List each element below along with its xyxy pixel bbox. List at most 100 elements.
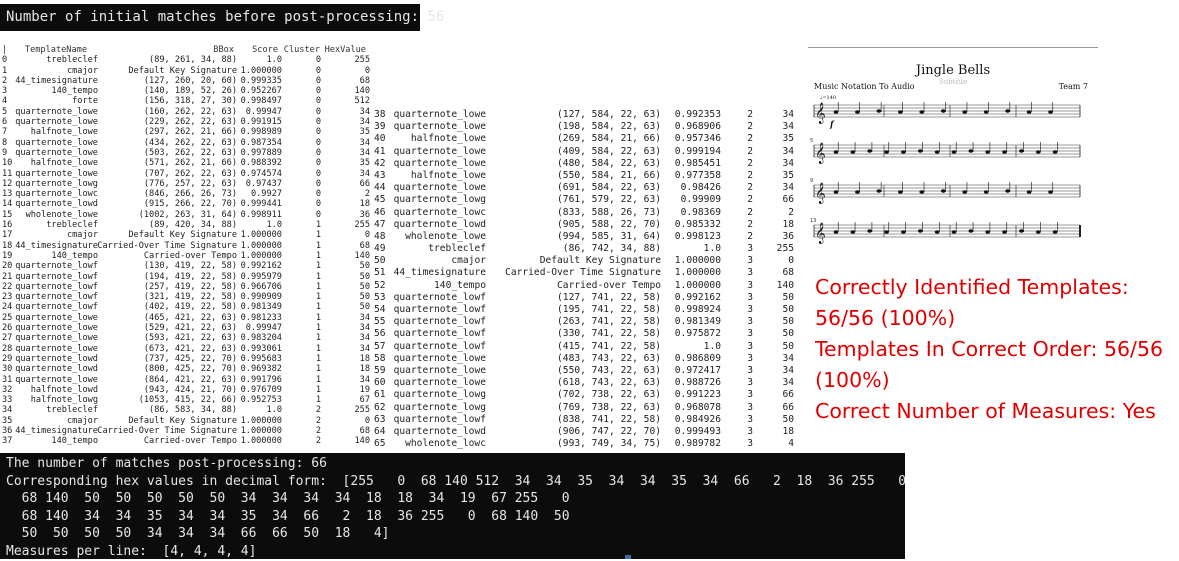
table-cell: 2 [364, 189, 370, 200]
table-cell: 0 [315, 75, 321, 86]
table-cell: 1 [315, 281, 321, 292]
note-head [968, 149, 974, 153]
table-cell: 0.983204 [240, 333, 282, 344]
table-cell: 0 [315, 65, 321, 76]
table-cell: 1 [315, 353, 321, 364]
table-cell: 0.98369 [680, 206, 721, 218]
table-cell: 1 [315, 220, 321, 231]
table-cell: 2 [315, 425, 321, 436]
table-cell: Default Key Signature [539, 255, 661, 267]
table-row: 43 halfnote_lowe (550, 584, 21, 66) 0.97735… [374, 170, 806, 182]
table-cell: 3 [747, 304, 753, 315]
note-head [1048, 190, 1053, 194]
table-cell: 0.995683 [240, 353, 282, 364]
table-cell: halfnote_lowe [410, 133, 486, 145]
note-head [985, 150, 991, 154]
table-cell: 0.985451 [674, 157, 721, 169]
note-head [867, 149, 873, 153]
table-cell: 46 [374, 206, 386, 218]
table-cell: 48 [374, 230, 386, 242]
table-cell: 1.0 [266, 55, 282, 66]
table-cell: cmajor [66, 230, 98, 241]
table-cell: 34 [782, 145, 794, 157]
table-cell: halfnote_lowe [30, 127, 98, 138]
table-cell: halfnote_lowe [30, 158, 98, 169]
table-cell: 0.97437 [245, 178, 282, 189]
table-row: 19 140_tempo Carried-over Tempo 1.000000 1 14… [2, 251, 374, 261]
evaluation-results: Correctly Identified Templates: 56/56 (1… [815, 272, 1179, 427]
table-cell: 2 [747, 194, 753, 206]
table-cell: (198, 584, 22, 63) [557, 121, 661, 133]
table-cell: (864, 421, 22, 63) [143, 374, 237, 385]
table-row: 25 quarternote_lowe (465, 421, 22, 63) 0.98… [2, 313, 374, 323]
table-cell: Carried-over Tempo [143, 250, 237, 261]
treble-clef-icon: 𝄞 [815, 183, 826, 204]
table-cell: 140 [354, 86, 370, 97]
table-cell: 2 [747, 133, 753, 145]
table-cell: 40 [374, 133, 386, 145]
note-head [1002, 150, 1007, 154]
table-cell: (994, 585, 31, 64) [557, 230, 661, 242]
treble-clef-icon: 𝄞 [815, 103, 826, 124]
table-cell: 255 [776, 243, 794, 255]
table-row: 46 quarternote_lowc (833, 588, 26, 73) 0.98… [374, 207, 806, 219]
table-cell: 18 [359, 199, 370, 210]
table-cell: (321, 419, 22, 58) [143, 292, 237, 303]
scrollbar-thumb[interactable] [625, 555, 631, 559]
table-cell: 2 [747, 169, 753, 181]
table-cell: quarternote_lowe [15, 312, 98, 323]
table-cell: 64 [374, 425, 386, 437]
table-cell: 1.000000 [240, 425, 282, 436]
table-row: 45 quarternote_lowg (761, 579, 22, 63) 0.99… [374, 194, 806, 206]
note-head [940, 109, 946, 113]
note-head [833, 190, 839, 194]
terminal-output-line: The number of matches post-processing: 6… [6, 456, 327, 471]
table-cell: 0.981349 [240, 302, 282, 313]
table-cell: 0.999194 [674, 145, 721, 157]
results-table-right: 38 quarternote_lowe (127, 584, 22, 63) 0.99… [374, 109, 806, 450]
table-cell: 0.974574 [240, 168, 282, 179]
table-cell: 18 [359, 353, 370, 364]
table-cell: (769, 738, 22, 63) [557, 401, 661, 413]
table-cell: halfnote_lowe [410, 169, 486, 181]
table-cell: 0 [315, 117, 321, 128]
table-cell: (550, 743, 22, 63) [557, 364, 661, 376]
table-cell: (229, 262, 22, 63) [143, 117, 237, 128]
note-head [951, 150, 957, 154]
table-cell: 1 [315, 261, 321, 272]
table-cell: 140 [354, 250, 370, 261]
table-row: 49 trebleclef (86, 742, 34, 88) 1.0 3 255 [374, 243, 806, 255]
table-cell: quarternote_lowd [393, 218, 486, 230]
note-head [1026, 110, 1032, 114]
table-cell: (993, 749, 34, 75) [557, 438, 661, 450]
table-cell: 68 [359, 75, 370, 86]
table-cell: 2 [747, 145, 753, 157]
table-cell: 140 [776, 279, 794, 291]
table-cell: 0.952267 [240, 86, 282, 97]
note-head [919, 190, 925, 194]
note-head [1019, 149, 1024, 153]
table-cell: (838, 741, 22, 58) [557, 413, 661, 425]
table-cell: (571, 262, 21, 66) [143, 158, 237, 169]
table-row: 22 quarternote_lowf (257, 419, 22, 58) 0.96… [2, 282, 374, 292]
table-cell: 140_tempo [51, 436, 98, 447]
table-cell: (465, 421, 22, 63) [143, 312, 237, 323]
table-cell: 53 [374, 291, 386, 303]
table-cell: 2 [747, 121, 753, 133]
table-cell: 0 [315, 106, 321, 117]
table-cell: 3 [747, 413, 753, 425]
table-cell: quarternote_lowf [393, 340, 486, 352]
table-cell: quarternote_lowc [393, 206, 486, 218]
table-cell: 0.995979 [240, 271, 282, 282]
table-cell: 1 [315, 240, 321, 251]
table-cell: 1.000000 [674, 279, 721, 291]
table-cell: 1.000000 [240, 415, 282, 426]
table-cell: 39 [374, 121, 386, 133]
table-cell: 34 [359, 137, 370, 148]
table-row: 60 quarternote_lowe (618, 743, 22, 63) 0.98… [374, 377, 806, 389]
table-row: 50 cmajor Default Key Signature 1.000000 3 0 [374, 255, 806, 267]
table-cell: 0.968906 [674, 121, 721, 133]
initial-matches-text: Number of initial matches before post-pr… [6, 9, 445, 25]
table-cell: (127, 584, 22, 63) [557, 109, 661, 120]
table-cell: 0.986809 [674, 352, 721, 364]
